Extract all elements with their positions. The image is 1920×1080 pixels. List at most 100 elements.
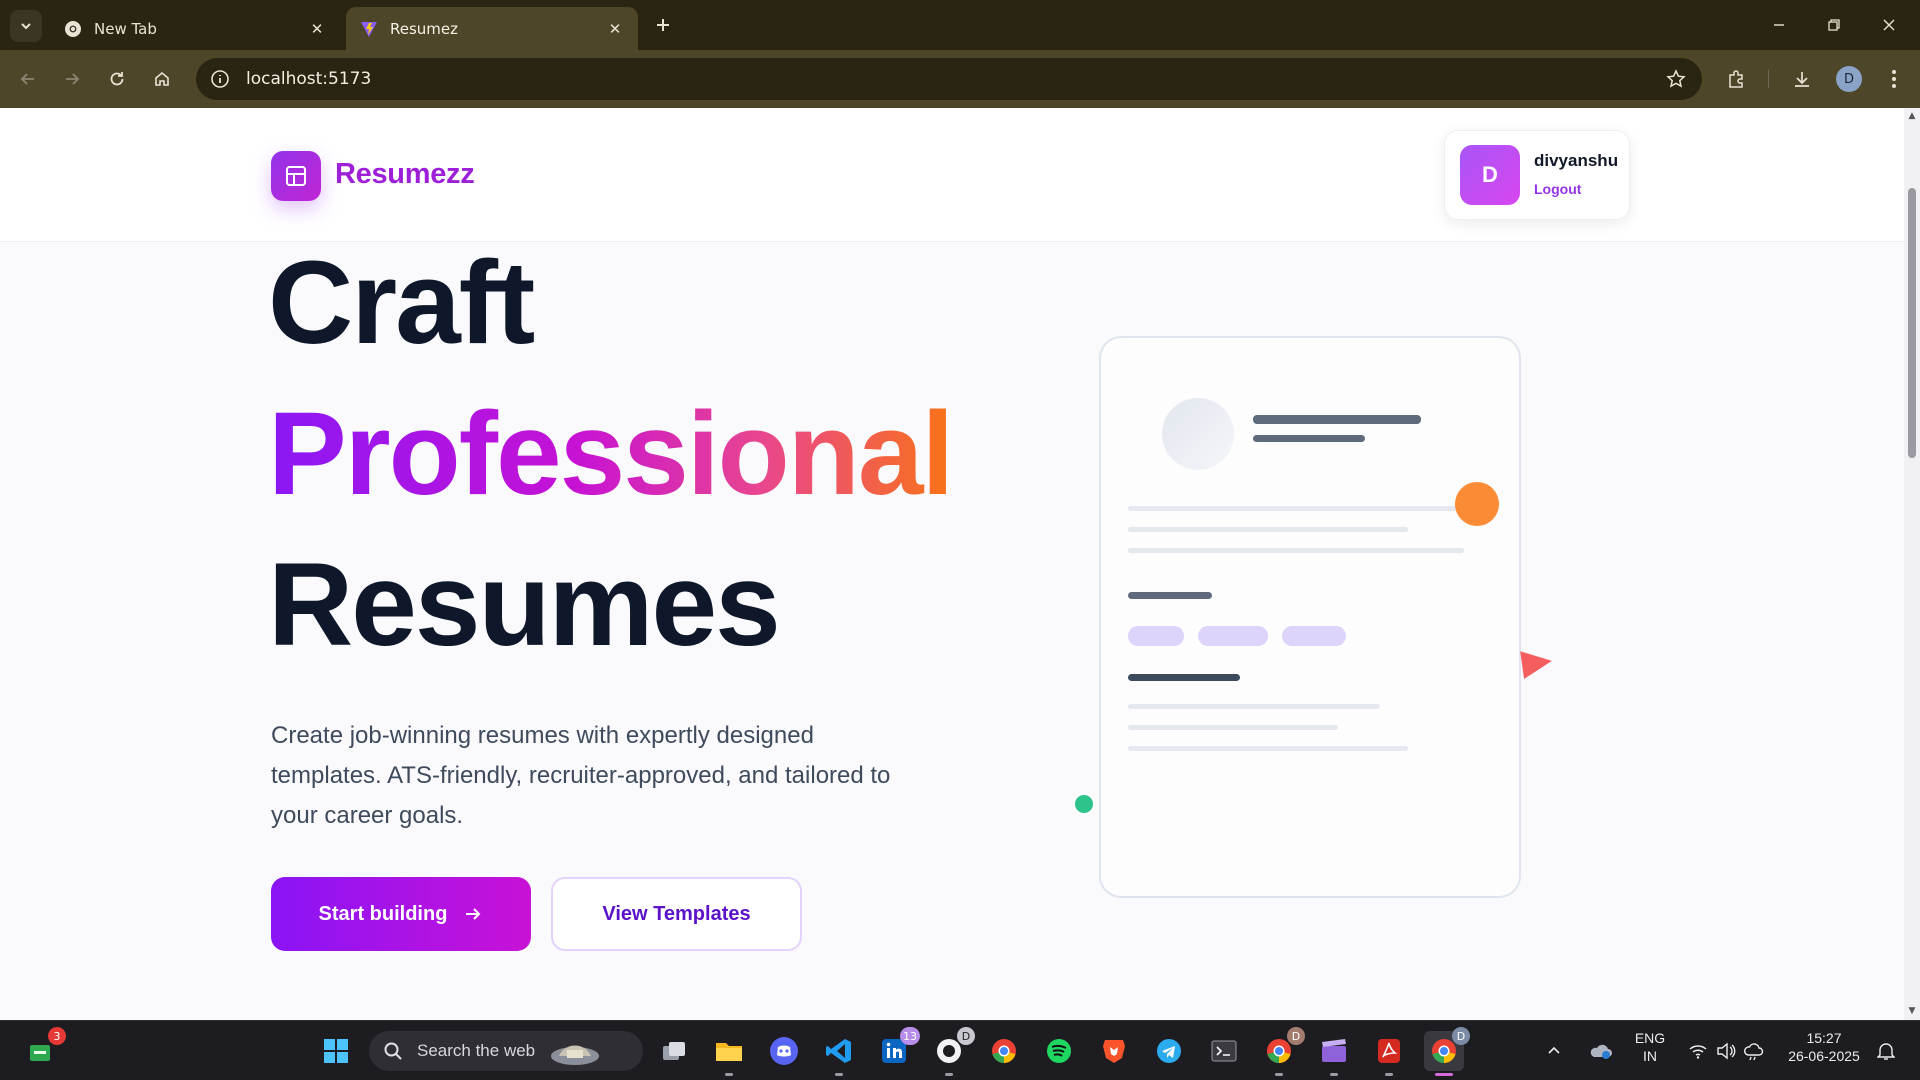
menu-button[interactable]: [1878, 63, 1910, 95]
close-icon[interactable]: ✕: [604, 18, 626, 40]
discord-app[interactable]: [764, 1031, 804, 1071]
terminal-app[interactable]: [1204, 1031, 1244, 1071]
start-building-button[interactable]: Start building: [271, 877, 531, 951]
tab-resumez[interactable]: Resumez ✕: [346, 7, 638, 50]
running-indicator: [725, 1073, 733, 1076]
resume-section-heading: [1128, 674, 1240, 681]
decorative-green-dot: [1075, 795, 1093, 813]
task-view-button[interactable]: [654, 1031, 694, 1071]
start-button[interactable]: [316, 1031, 356, 1071]
resume-skill-chip: [1128, 626, 1184, 646]
resume-text-line: [1128, 548, 1464, 553]
arrow-right-icon: [66, 73, 80, 85]
scrollbar-thumb[interactable]: [1908, 188, 1916, 458]
arrow-right-icon: [466, 908, 481, 920]
brand-logo[interactable]: [271, 151, 321, 201]
home-button[interactable]: [146, 63, 178, 95]
taskbar-search[interactable]: Search the web: [369, 1031, 643, 1071]
resume-title-bar: [1253, 435, 1365, 442]
input-language-indicator[interactable]: ENG IN: [1628, 1029, 1672, 1065]
chrome-app[interactable]: [984, 1031, 1024, 1071]
reload-button[interactable]: [101, 63, 133, 95]
spotify-app[interactable]: [1039, 1031, 1079, 1071]
decorative-orange-circle: [1455, 482, 1499, 526]
windows-icon: [324, 1039, 348, 1063]
toolbar-divider: [1768, 70, 1769, 88]
terminal-icon: [1211, 1040, 1237, 1062]
view-templates-label: View Templates: [602, 902, 751, 925]
browser-toolbar: localhost:5173 D: [0, 50, 1920, 108]
windows-taskbar: 3 Search the web 13 D D D ENG IN 15:27 2…: [0, 1020, 1920, 1080]
search-icon: [384, 1042, 402, 1060]
bookmark-star-icon[interactable]: [1664, 67, 1688, 91]
linkedin-app[interactable]: 13: [874, 1027, 920, 1071]
extensions-button[interactable]: [1720, 63, 1752, 95]
forward-button[interactable]: [56, 63, 88, 95]
brand-name[interactable]: Resumezz: [335, 158, 475, 191]
github-app[interactable]: D: [929, 1027, 975, 1076]
close-window-button[interactable]: [1869, 8, 1909, 42]
restore-button[interactable]: [1814, 8, 1854, 42]
weather-icon: [1744, 1043, 1764, 1061]
video-editor-app[interactable]: [1314, 1031, 1354, 1076]
profile-badge: D: [1287, 1027, 1305, 1045]
notifications-tray-icon[interactable]: [1872, 1031, 1900, 1071]
chrome-icon: [992, 1039, 1016, 1063]
clock[interactable]: 15:27 26-06-2025: [1776, 1029, 1872, 1065]
tab-search-button[interactable]: [10, 10, 42, 42]
volume-tray-icon[interactable]: [1712, 1031, 1740, 1071]
brave-app[interactable]: [1094, 1031, 1134, 1071]
address-text[interactable]: localhost:5173: [246, 69, 371, 89]
chrome-profile-app[interactable]: D: [1259, 1027, 1305, 1076]
running-indicator: [1275, 1073, 1283, 1076]
new-tab-button[interactable]: [650, 12, 676, 38]
acrobat-app[interactable]: [1369, 1031, 1409, 1076]
show-hidden-icons-button[interactable]: [1542, 1031, 1566, 1071]
wifi-tray-icon[interactable]: [1684, 1031, 1712, 1071]
site-info-icon[interactable]: [208, 67, 232, 91]
site-header: Resumezz D divyanshu Logout: [0, 108, 1904, 242]
minimize-button[interactable]: [1759, 8, 1799, 42]
clock-time: 15:27: [1806, 1030, 1842, 1046]
tab-new-tab[interactable]: New Tab ✕: [50, 7, 340, 50]
profile-badge: D: [1452, 1027, 1470, 1045]
logout-link[interactable]: Logout: [1534, 181, 1581, 197]
discord-icon: [770, 1037, 798, 1065]
file-explorer-app[interactable]: [709, 1031, 749, 1076]
downloads-button[interactable]: [1786, 63, 1818, 95]
vscode-icon: [826, 1039, 851, 1063]
scroll-up-arrow[interactable]: ▲: [1907, 111, 1917, 121]
telegram-app[interactable]: [1149, 1031, 1189, 1071]
scroll-down-arrow[interactable]: ▼: [1907, 1006, 1917, 1016]
download-icon: [1795, 72, 1809, 87]
language-text: ENG: [1634, 1030, 1666, 1046]
decorative-red-triangle: [1520, 647, 1554, 679]
close-icon[interactable]: ✕: [306, 18, 328, 40]
resume-photo-placeholder: [1162, 398, 1234, 470]
onedrive-tray-icon[interactable]: [1586, 1031, 1614, 1071]
plus-icon: [657, 19, 669, 31]
hero-description: Create job-winning resumes with expertly…: [271, 722, 891, 829]
start-building-label: Start building: [318, 902, 448, 925]
running-indicator: [945, 1073, 953, 1076]
hero-title-line-3: Resumes: [268, 539, 781, 671]
back-button[interactable]: [12, 63, 44, 95]
weather-tray-icon[interactable]: [1740, 1031, 1768, 1071]
page-scrollbar[interactable]: ▲ ▼: [1904, 108, 1920, 1020]
resume-illustration: [1099, 336, 1521, 898]
profile-avatar[interactable]: D: [1836, 66, 1862, 92]
store-app[interactable]: 3: [20, 1027, 66, 1071]
running-indicator: [1385, 1073, 1393, 1076]
minimize-icon: [1774, 24, 1784, 26]
view-templates-button[interactable]: View Templates: [551, 877, 802, 951]
more-vertical-icon: [1892, 70, 1896, 88]
resume-name-bar: [1253, 415, 1421, 424]
layout-icon: [286, 166, 306, 186]
cloud-icon: [1590, 1044, 1612, 1059]
running-indicator: [1330, 1073, 1338, 1076]
bell-icon: [1877, 1043, 1895, 1060]
arrow-left-icon: [20, 73, 34, 85]
vscode-app[interactable]: [819, 1031, 859, 1076]
chrome-active-app[interactable]: D: [1424, 1027, 1470, 1076]
address-bar[interactable]: localhost:5173: [196, 58, 1702, 100]
